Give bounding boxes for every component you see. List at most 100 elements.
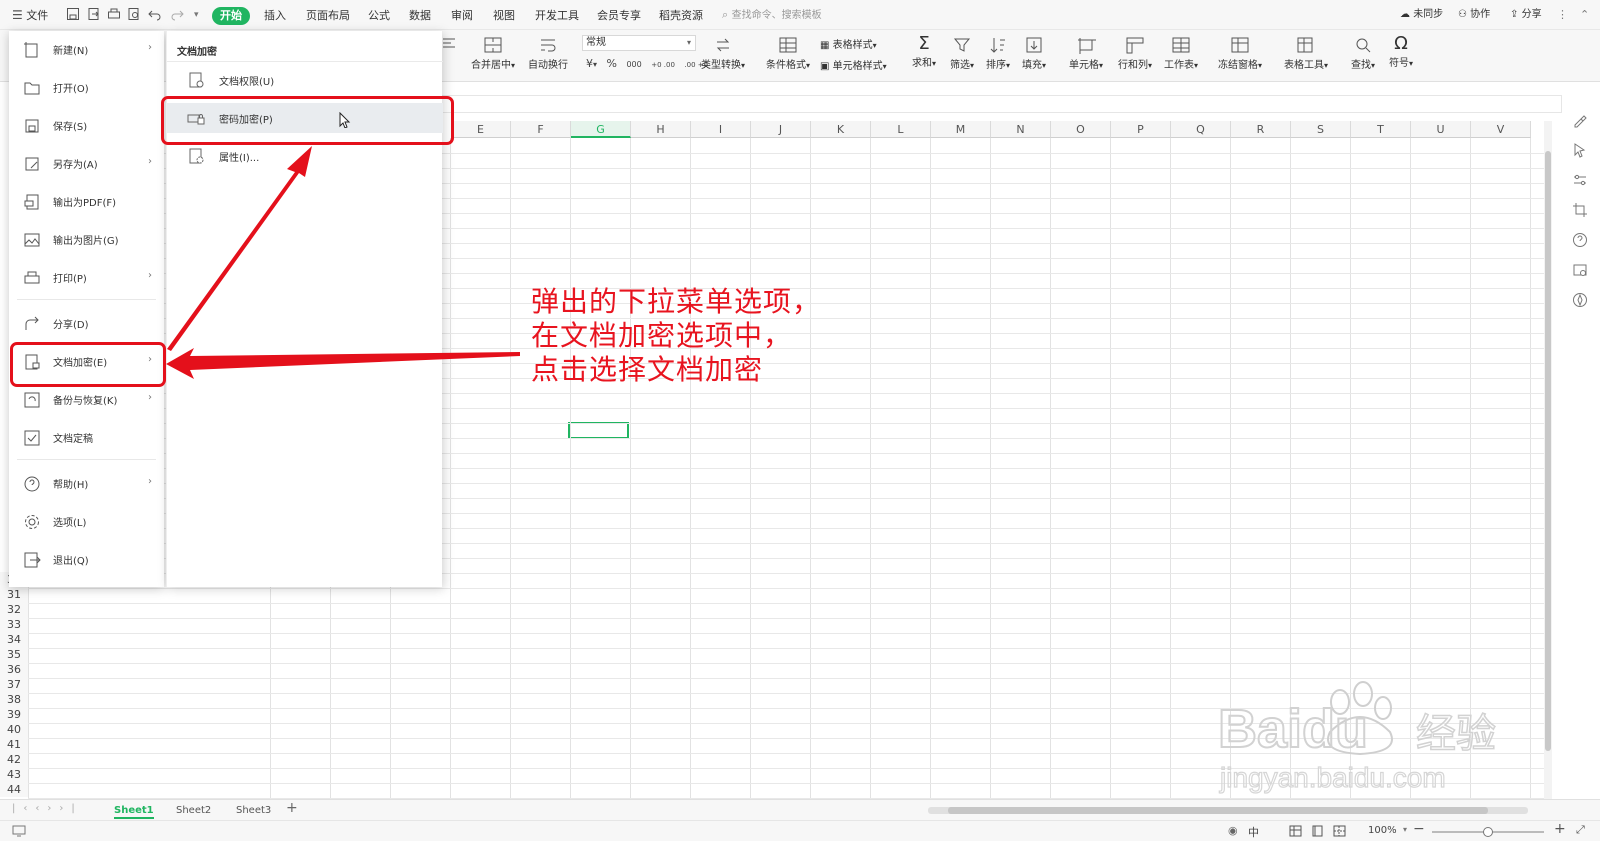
currency-button[interactable]: ¥ — [586, 57, 593, 70]
menu-item-exit[interactable]: 退出(Q) — [9, 543, 164, 577]
column-header[interactable]: H — [631, 121, 691, 138]
tab-formula[interactable]: 公式 — [368, 7, 390, 25]
row-header[interactable]: 33 — [0, 617, 28, 632]
menu-item-help[interactable]: 帮助(H) › — [9, 467, 164, 501]
normal-view-icon[interactable] — [1289, 825, 1302, 837]
percent-button[interactable]: % — [607, 57, 617, 70]
save-icon[interactable] — [66, 7, 80, 21]
row-header[interactable]: 44 — [0, 782, 28, 797]
menu-item-share[interactable]: 分享(D) — [9, 307, 164, 341]
vertical-scroll-thumb[interactable] — [1545, 151, 1551, 751]
column-header[interactable]: R — [1231, 121, 1291, 138]
sync-status[interactable]: ☁ 未同步 — [1400, 0, 1443, 30]
freeze-panes-button[interactable]: 冻结窗格▾ — [1214, 36, 1266, 71]
wrap-text-button[interactable]: 自动换行 — [526, 36, 570, 71]
undo-icon[interactable] — [148, 7, 162, 21]
column-header[interactable]: I — [691, 121, 751, 138]
column-header[interactable]: P — [1111, 121, 1171, 138]
row-header[interactable]: 34 — [0, 632, 28, 647]
sheet-navigation-arrows[interactable]: |‹‹››| — [12, 803, 83, 814]
column-header[interactable]: F — [511, 121, 571, 138]
display-icon[interactable] — [12, 825, 26, 837]
column-header[interactable]: S — [1291, 121, 1351, 138]
tab-review[interactable]: 审阅 — [451, 7, 473, 25]
row-column-button[interactable]: 行和列▾ — [1114, 36, 1156, 71]
menu-item-backup-restore[interactable]: 备份与恢复(K) › — [9, 383, 164, 417]
page-break-view-icon[interactable] — [1333, 825, 1346, 837]
cell-style-button[interactable]: ▣ 单元格样式▾ — [820, 57, 887, 72]
menu-item-print[interactable]: 打印(P) › — [9, 261, 164, 295]
horizontal-scroll-thumb[interactable] — [948, 807, 1488, 814]
fullscreen-icon[interactable]: ⤢ — [1576, 823, 1585, 837]
tab-home[interactable]: 开始 — [212, 7, 250, 25]
image-settings-icon[interactable] — [1572, 262, 1588, 278]
row-header[interactable]: 35 — [0, 647, 28, 662]
column-header[interactable]: M — [931, 121, 991, 138]
zoom-in-icon[interactable]: + — [1554, 821, 1566, 837]
column-header[interactable]: Q — [1171, 121, 1231, 138]
tab-docer-resources[interactable]: 稻壳资源 — [659, 7, 703, 25]
collapse-ribbon-icon[interactable]: ⌃ — [1580, 0, 1589, 30]
adjust-sliders-icon[interactable] — [1572, 172, 1588, 188]
export-icon[interactable] — [87, 7, 101, 21]
increase-decimal-button[interactable]: +0 .00 — [651, 61, 675, 69]
menu-item-export-image[interactable]: 输出为图片(G) — [9, 223, 164, 257]
submenu-item-document-permissions[interactable]: 文档权限(U) — [167, 65, 443, 95]
collaborate-button[interactable]: ⚇ 协作 — [1458, 0, 1490, 30]
add-sheet-icon[interactable]: + — [286, 800, 298, 816]
merge-center-button[interactable]: 合并居中▾ — [468, 36, 518, 71]
share-button[interactable]: ⇪ 分享 — [1510, 0, 1542, 30]
row-header[interactable]: 38 — [0, 692, 28, 707]
command-search[interactable]: ⌕ 查找命令、搜索模板 — [722, 0, 822, 30]
sheet-tab-sheet2[interactable]: Sheet2 — [176, 802, 211, 819]
vertical-scrollbar[interactable] — [1544, 121, 1552, 799]
zoom-dropdown-icon[interactable]: ▾ — [1403, 825, 1407, 834]
table-style-button[interactable]: ▦ 表格样式▾ — [820, 36, 877, 51]
conditional-format-button[interactable]: 条件格式▾ — [762, 36, 814, 71]
tab-member[interactable]: 会员专享 — [597, 7, 641, 25]
tab-view[interactable]: 视图 — [493, 7, 515, 25]
ime-indicator[interactable]: 中 — [1248, 824, 1259, 840]
number-format-select[interactable]: 常规 ▾ — [582, 35, 696, 51]
sort-button[interactable]: 排序▾ — [982, 36, 1014, 71]
menu-item-save-as[interactable]: 另存为(A) › — [9, 147, 164, 181]
tab-developer[interactable]: 开发工具 — [535, 7, 579, 25]
eye-protect-icon[interactable]: ◉ — [1228, 824, 1238, 837]
menu-item-options[interactable]: 选项(L) — [9, 505, 164, 539]
sheet-tab-sheet3[interactable]: Sheet3 — [236, 802, 271, 819]
zoom-slider-handle[interactable] — [1483, 827, 1493, 837]
menu-item-finalize-document[interactable]: 文档定稿 — [9, 421, 164, 455]
column-header[interactable]: G — [571, 121, 631, 138]
sum-button[interactable]: Σ 求和▾ — [906, 34, 942, 70]
column-header[interactable]: K — [811, 121, 871, 138]
formula-input[interactable] — [440, 95, 1562, 113]
menu-item-save[interactable]: 保存(S) — [9, 109, 164, 143]
zoom-slider[interactable] — [1432, 827, 1544, 837]
file-menu-button[interactable]: ☰ 文件 — [12, 0, 48, 30]
redo-icon[interactable] — [170, 7, 184, 21]
column-header[interactable]: N — [991, 121, 1051, 138]
row-header[interactable]: 41 — [0, 737, 28, 752]
fill-button[interactable]: 填充▾ — [1018, 36, 1050, 71]
row-header[interactable]: 36 — [0, 662, 28, 677]
tab-data[interactable]: 数据 — [409, 7, 431, 25]
zoom-level[interactable]: 100% — [1368, 825, 1397, 836]
menu-item-new[interactable]: 新建(N) › — [9, 33, 164, 67]
find-button[interactable]: 查找▾ — [1346, 36, 1380, 71]
align-button[interactable] — [440, 36, 458, 54]
crop-icon[interactable] — [1572, 202, 1588, 218]
page-layout-view-icon[interactable] — [1311, 825, 1324, 837]
worksheet-button[interactable]: 工作表▾ — [1160, 36, 1202, 71]
type-convert-button[interactable]: 类型转换▾ — [698, 36, 748, 71]
column-header[interactable]: L — [871, 121, 931, 138]
horizontal-scrollbar[interactable] — [928, 807, 1528, 814]
filter-button[interactable]: 筛选▾ — [946, 36, 978, 71]
row-header[interactable]: 31 — [0, 587, 28, 602]
column-header[interactable]: U — [1411, 121, 1471, 138]
thousands-separator-button[interactable]: 000 — [626, 60, 641, 69]
cell-button[interactable]: 单元格▾ — [1064, 36, 1108, 71]
tab-page-layout[interactable]: 页面布局 — [306, 7, 350, 25]
row-header[interactable]: 39 — [0, 707, 28, 722]
print-icon[interactable] — [107, 7, 121, 21]
row-header[interactable]: 40 — [0, 722, 28, 737]
